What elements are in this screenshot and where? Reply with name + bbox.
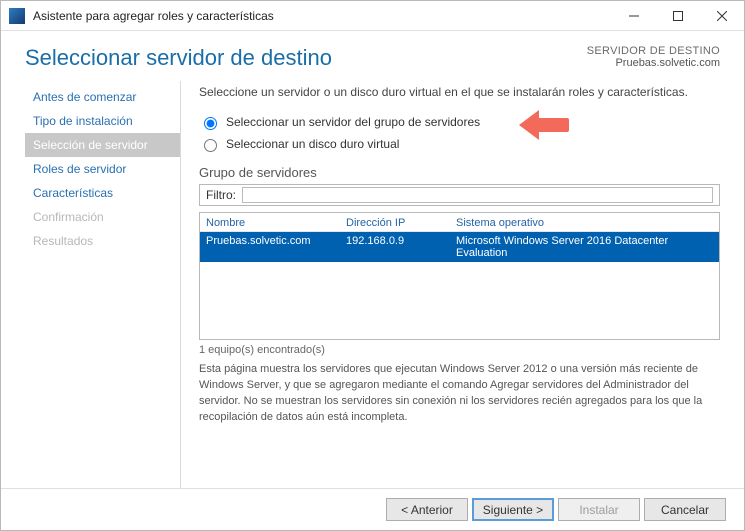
next-button[interactable]: Siguiente > [472,498,554,521]
radio-pool-row[interactable]: Seleccionar un servidor del grupo de ser… [199,114,720,130]
step-server-selection[interactable]: Selección de servidor [25,133,180,157]
server-table: Nombre Dirección IP Sistema operativo Pr… [199,212,720,340]
content-area: Antes de comenzar Tipo de instalación Se… [1,81,744,488]
close-button[interactable] [700,2,744,30]
table-header: Nombre Dirección IP Sistema operativo [200,213,719,232]
previous-button[interactable]: < Anterior [386,498,468,521]
cell-os: Microsoft Windows Server 2016 Datacenter… [456,235,713,259]
count-text: 1 equipo(s) encontrado(s) [199,344,720,356]
maximize-button[interactable] [656,2,700,30]
steps-sidebar: Antes de comenzar Tipo de instalación Se… [25,81,180,488]
table-row[interactable]: Pruebas.solvetic.com 192.168.0.9 Microso… [200,232,719,262]
maximize-icon [673,11,683,21]
radio-vhd[interactable] [204,139,217,152]
minimize-icon [629,11,639,21]
step-confirmation: Confirmación [25,205,180,229]
radio-server-pool[interactable] [204,117,217,130]
filter-container: Filtro: [199,184,720,206]
filter-input[interactable] [242,187,713,203]
main-panel: Seleccione un servidor o un disco duro v… [180,81,720,488]
filter-label: Filtro: [206,188,236,202]
step-results: Resultados [25,229,180,253]
cell-ip: 192.168.0.9 [346,235,456,259]
col-ip[interactable]: Dirección IP [346,217,456,229]
radio-server-pool-label: Seleccionar un servidor del grupo de ser… [226,115,480,129]
radio-vhd-row[interactable]: Seleccionar un disco duro virtual [199,136,720,152]
footer: < Anterior Siguiente > Instalar Cancelar [1,488,744,530]
titlebar: Asistente para agregar roles y caracterí… [1,1,744,31]
minimize-button[interactable] [612,2,656,30]
col-os[interactable]: Sistema operativo [456,217,713,229]
app-icon [9,8,25,24]
step-install-type[interactable]: Tipo de instalación [25,109,180,133]
description-text: Esta página muestra los servidores que e… [199,362,720,426]
close-icon [717,11,727,21]
destination-server: Pruebas.solvetic.com [587,57,720,69]
window-title: Asistente para agregar roles y caracterí… [33,9,612,23]
page-title: Seleccionar servidor de destino [25,45,587,71]
destination-box: SERVIDOR DE DESTINO Pruebas.solvetic.com [587,45,720,69]
step-features[interactable]: Características [25,181,180,205]
step-server-roles[interactable]: Roles de servidor [25,157,180,181]
page-header: Seleccionar servidor de destino SERVIDOR… [1,31,744,81]
cancel-button[interactable]: Cancelar [644,498,726,521]
instruction-text: Seleccione un servidor o un disco duro v… [199,85,720,99]
server-pool-label: Grupo de servidores [199,165,720,180]
step-before-begin[interactable]: Antes de comenzar [25,85,180,109]
install-button: Instalar [558,498,640,521]
radio-vhd-label: Seleccionar un disco duro virtual [226,137,399,151]
col-name[interactable]: Nombre [206,217,346,229]
wizard-window: Asistente para agregar roles y caracterí… [0,0,745,531]
cell-name: Pruebas.solvetic.com [206,235,346,259]
destination-label: SERVIDOR DE DESTINO [587,45,720,57]
